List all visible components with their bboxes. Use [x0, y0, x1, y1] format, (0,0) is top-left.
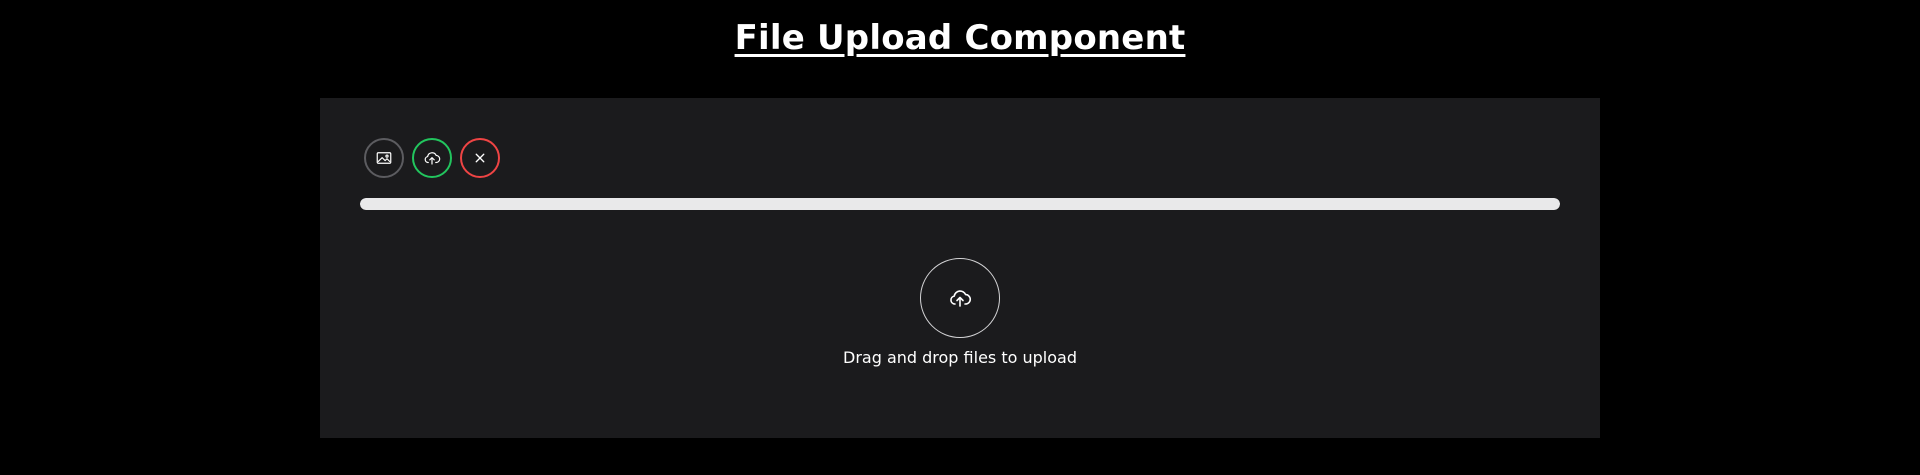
image-icon [376, 152, 392, 164]
page-title: File Upload Component [734, 18, 1186, 58]
file-upload-panel: Drag and drop files to upload [320, 98, 1600, 438]
cloud-upload-icon [424, 152, 441, 165]
cancel-button[interactable] [460, 138, 500, 178]
upload-button[interactable] [412, 138, 452, 178]
upload-toolbar [364, 138, 500, 178]
upload-progress-bar [360, 198, 1560, 210]
dropzone-icon-circle [920, 258, 1000, 338]
dropzone[interactable]: Drag and drop files to upload [320, 258, 1600, 367]
upload-progress-fill [360, 198, 1560, 210]
choose-image-button[interactable] [364, 138, 404, 178]
cloud-upload-icon [950, 290, 971, 307]
dropzone-message: Drag and drop files to upload [843, 348, 1077, 367]
close-icon [475, 153, 485, 163]
